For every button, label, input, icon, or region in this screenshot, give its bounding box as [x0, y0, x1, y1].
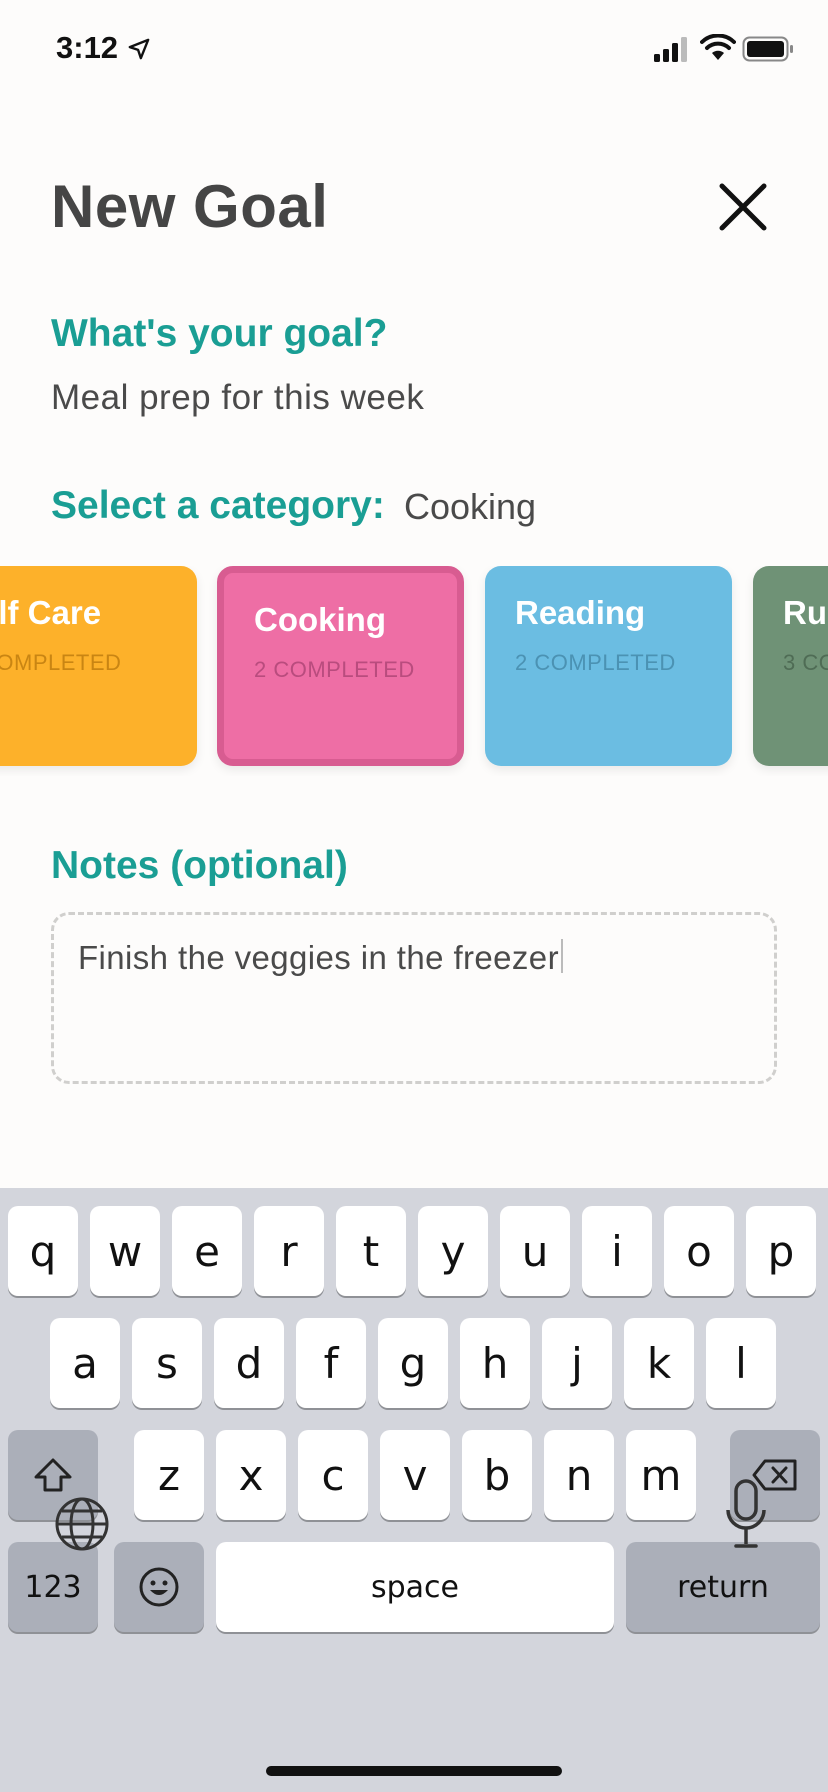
- category-name: Cooking: [254, 601, 386, 638]
- notes-text: Finish the veggies in the freezer: [78, 939, 559, 976]
- goal-label: What's your goal?: [51, 312, 388, 355]
- text-cursor: [560, 939, 563, 973]
- wifi-icon: [700, 34, 736, 60]
- key-p[interactable]: p: [746, 1206, 816, 1296]
- key-o[interactable]: o: [664, 1206, 734, 1296]
- key-c[interactable]: c: [298, 1430, 368, 1520]
- globe-icon[interactable]: [54, 1496, 110, 1552]
- key-t[interactable]: t: [336, 1206, 406, 1296]
- category-carousel[interactable]: elf Care COMPLETED Cooking 2 COMPLETED R…: [0, 566, 828, 776]
- page-title: New Goal: [51, 173, 329, 240]
- category-card-cooking[interactable]: Cooking 2 COMPLETED: [217, 566, 464, 766]
- key-q[interactable]: q: [8, 1206, 78, 1296]
- key-l[interactable]: l: [706, 1318, 776, 1408]
- home-indicator: [266, 1766, 562, 1776]
- key-h[interactable]: h: [460, 1318, 530, 1408]
- key-r[interactable]: r: [254, 1206, 324, 1296]
- key-e[interactable]: e: [172, 1206, 242, 1296]
- key-z[interactable]: z: [134, 1430, 204, 1520]
- numbers-key[interactable]: 123: [8, 1542, 98, 1632]
- goal-input[interactable]: Meal prep for this week: [51, 378, 424, 418]
- category-count: 2 COMPLETED: [254, 657, 415, 682]
- battery-icon: [742, 36, 793, 62]
- key-g[interactable]: g: [378, 1318, 448, 1408]
- return-key[interactable]: return: [626, 1542, 820, 1632]
- category-name: Reading: [515, 594, 646, 631]
- shift-icon: [34, 1458, 72, 1492]
- key-j[interactable]: j: [542, 1318, 612, 1408]
- status-bar: 3:12: [0, 0, 828, 100]
- key-v[interactable]: v: [380, 1430, 450, 1520]
- key-m[interactable]: m: [626, 1430, 696, 1520]
- notes-label: Notes (optional): [51, 844, 348, 887]
- category-label: Select a category:: [51, 484, 385, 527]
- key-w[interactable]: w: [90, 1206, 160, 1296]
- key-f[interactable]: f: [296, 1318, 366, 1408]
- microphone-icon[interactable]: [724, 1478, 768, 1552]
- key-n[interactable]: n: [544, 1430, 614, 1520]
- close-icon[interactable]: [718, 182, 768, 232]
- emoji-key[interactable]: [114, 1542, 204, 1632]
- key-i[interactable]: i: [582, 1206, 652, 1296]
- category-name: Rur: [783, 594, 828, 631]
- category-card-running[interactable]: Rur 3 CO: [753, 566, 828, 766]
- key-k[interactable]: k: [624, 1318, 694, 1408]
- category-card-self-care[interactable]: elf Care COMPLETED: [0, 566, 197, 766]
- key-d[interactable]: d: [214, 1318, 284, 1408]
- location-arrow-icon: [128, 38, 150, 60]
- category-count: 2 COMPLETED: [515, 650, 676, 675]
- key-x[interactable]: x: [216, 1430, 286, 1520]
- key-s[interactable]: s: [132, 1318, 202, 1408]
- category-name: elf Care: [0, 594, 102, 631]
- category-count: 3 CO: [783, 650, 828, 675]
- selected-category: Cooking: [404, 486, 537, 527]
- space-key[interactable]: space: [216, 1542, 614, 1632]
- key-b[interactable]: b: [462, 1430, 532, 1520]
- key-a[interactable]: a: [50, 1318, 120, 1408]
- category-card-reading[interactable]: Reading 2 COMPLETED: [485, 566, 732, 766]
- cellular-signal-icon: [654, 37, 687, 62]
- status-time: 3:12: [56, 30, 119, 65]
- category-count: COMPLETED: [0, 650, 122, 675]
- key-y[interactable]: y: [418, 1206, 488, 1296]
- emoji-icon: [139, 1567, 179, 1607]
- key-u[interactable]: u: [500, 1206, 570, 1296]
- notes-input[interactable]: Finish the veggies in the freezer: [51, 912, 777, 1084]
